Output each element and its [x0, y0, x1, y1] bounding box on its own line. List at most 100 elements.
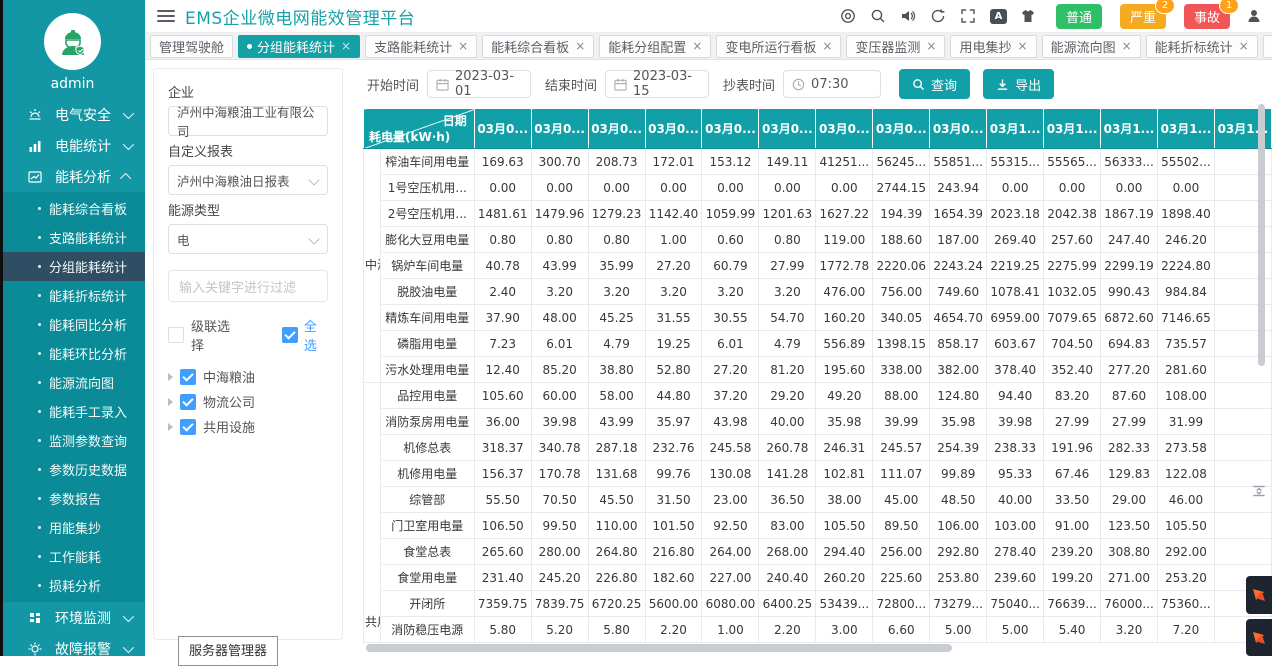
sidebar-subitem[interactable]: 能耗折标统计: [0, 281, 145, 310]
chevron-up-icon: [120, 172, 131, 183]
tab-label: 分组能耗统计: [257, 37, 335, 56]
sidebar-subitem[interactable]: 损耗分析: [0, 571, 145, 600]
sidebar-item[interactable]: 故障报警: [0, 633, 145, 656]
query-button[interactable]: 查询: [899, 69, 970, 99]
sidebar-subitem[interactable]: 用能集抄: [0, 513, 145, 542]
volume-icon[interactable]: [900, 8, 917, 25]
sidebar-item[interactable]: 能耗分析: [0, 161, 145, 192]
floating-action-button[interactable]: [1246, 619, 1272, 656]
tab[interactable]: 参数报告×: [1263, 35, 1272, 58]
search-icon[interactable]: [870, 8, 887, 25]
resize-handle-icon[interactable]: [1250, 482, 1268, 500]
close-icon[interactable]: ×: [692, 39, 702, 53]
export-button[interactable]: 导出: [983, 69, 1054, 99]
tree-node[interactable]: 物流公司: [168, 389, 328, 414]
status-badge[interactable]: 事故1: [1184, 4, 1230, 29]
sidebar-subitem[interactable]: 能耗同比分析: [0, 310, 145, 339]
report-select[interactable]: 泸州中海粮油日报表: [168, 165, 328, 195]
row-label: 污水处理用电量: [380, 357, 474, 383]
sidebar-subitem-label: 能耗环比分析: [49, 344, 127, 363]
sidebar-item[interactable]: 电气安全: [0, 99, 145, 130]
keyword-filter-input[interactable]: 输入关键字进行过滤: [168, 270, 328, 302]
caret-right-icon[interactable]: [168, 423, 173, 431]
horizontal-scrollbar[interactable]: [366, 644, 952, 652]
font-size-icon[interactable]: A: [990, 9, 1007, 24]
select-all[interactable]: 全选: [282, 316, 328, 354]
sidebar-subitem[interactable]: 工作能耗: [0, 542, 145, 571]
sidebar-subitem[interactable]: 支路能耗统计: [0, 223, 145, 252]
badge-count: 2: [1155, 0, 1175, 14]
tree-node-checkbox[interactable]: [180, 419, 196, 435]
sidebar-subitem[interactable]: 参数历史数据: [0, 455, 145, 484]
meter-time-input[interactable]: 07:30: [783, 70, 881, 98]
alarm-light-icon: [26, 106, 44, 124]
energy-type-select[interactable]: 电: [168, 224, 328, 254]
tab[interactable]: 支路能耗统计×: [365, 35, 477, 58]
user-icon[interactable]: [1245, 8, 1262, 25]
fullscreen-icon[interactable]: [960, 8, 977, 25]
avatar[interactable]: [44, 13, 101, 70]
tab[interactable]: 能耗综合看板×: [482, 35, 594, 58]
status-badge[interactable]: 普通: [1056, 4, 1102, 29]
sidebar-item[interactable]: 电能统计: [0, 130, 145, 161]
close-icon[interactable]: ×: [1239, 39, 1249, 53]
tab[interactable]: 能源流向图×: [1042, 35, 1141, 58]
close-icon[interactable]: ×: [458, 39, 468, 53]
tree-node-checkbox[interactable]: [180, 369, 196, 385]
sidebar-subitem[interactable]: 能耗手工录入: [0, 397, 145, 426]
caret-right-icon[interactable]: [168, 373, 173, 381]
cascade-checkbox[interactable]: [168, 327, 184, 343]
sidebar-subitem[interactable]: 能耗综合看板: [0, 194, 145, 223]
select-all-checkbox[interactable]: [282, 327, 298, 343]
end-date-input[interactable]: 2023-03-15: [605, 70, 709, 98]
tab[interactable]: 管理驾驶舱: [150, 35, 233, 58]
close-icon[interactable]: ×: [575, 39, 585, 53]
record-icon[interactable]: [840, 8, 857, 25]
value-cell: 45.50: [588, 487, 645, 513]
caret-right-icon[interactable]: [168, 398, 173, 406]
value-cell: 338.00: [873, 357, 930, 383]
sidebar-item-label: 电能统计: [55, 136, 111, 156]
tab-label: 能耗折标统计: [1155, 37, 1233, 56]
refresh-icon[interactable]: [930, 8, 947, 25]
tab[interactable]: 用电集抄×: [950, 35, 1036, 58]
tab[interactable]: 能耗分组配置×: [599, 35, 711, 58]
value-cell: 232.76: [645, 435, 702, 461]
bullet-icon: [38, 468, 41, 471]
close-icon[interactable]: ×: [1122, 39, 1132, 53]
tree-node-checkbox[interactable]: [180, 394, 196, 410]
value-cell: 6.01: [702, 331, 759, 357]
vertical-scrollbar[interactable]: [1258, 104, 1265, 366]
tab[interactable]: 变压器监测×: [846, 35, 945, 58]
status-badge[interactable]: 严重2: [1120, 4, 1166, 29]
close-icon[interactable]: ×: [341, 39, 351, 53]
server-manager-window[interactable]: 服务器管理器: [178, 636, 278, 666]
tree-node[interactable]: 共用设施: [168, 414, 328, 439]
value-cell: 182.60: [645, 565, 702, 591]
close-icon[interactable]: ×: [926, 39, 936, 53]
value-cell: 99.89: [930, 461, 987, 487]
floating-action-button[interactable]: [1246, 576, 1272, 614]
table-row: 锅炉车间电量40.7843.9935.9927.2060.7927.991772…: [364, 253, 1272, 279]
sidebar-subitem-label: 工作能耗: [49, 547, 101, 566]
sidebar-subitem[interactable]: 能源流向图: [0, 368, 145, 397]
enterprise-input[interactable]: 泸州中海粮油工业有限公司: [168, 106, 328, 136]
sidebar-item-label: 电气安全: [55, 105, 111, 125]
value-cell: 1059.99: [702, 201, 759, 227]
badge-count: 1: [1219, 0, 1239, 14]
close-icon[interactable]: ×: [822, 39, 832, 53]
start-date-input[interactable]: 2023-03-01: [427, 70, 531, 98]
theme-icon[interactable]: [1020, 8, 1037, 25]
sidebar-subitem[interactable]: 监测参数查询: [0, 426, 145, 455]
value-cell: 56333...: [1101, 149, 1158, 175]
menu-toggle-icon[interactable]: [157, 10, 175, 22]
tab[interactable]: 分组能耗统计 ×: [238, 35, 360, 58]
tree-node[interactable]: 中海粮油: [168, 364, 328, 389]
sidebar-item[interactable]: 环境监测: [0, 602, 145, 633]
sidebar-subitem[interactable]: 能耗环比分析: [0, 339, 145, 368]
sidebar-subitem[interactable]: 参数报告: [0, 484, 145, 513]
tab[interactable]: 能耗折标统计 ×: [1146, 35, 1258, 58]
tab[interactable]: 变电所运行看板×: [716, 35, 841, 58]
sidebar-subitem[interactable]: 分组能耗统计: [0, 252, 145, 281]
close-icon[interactable]: ×: [1018, 39, 1028, 53]
